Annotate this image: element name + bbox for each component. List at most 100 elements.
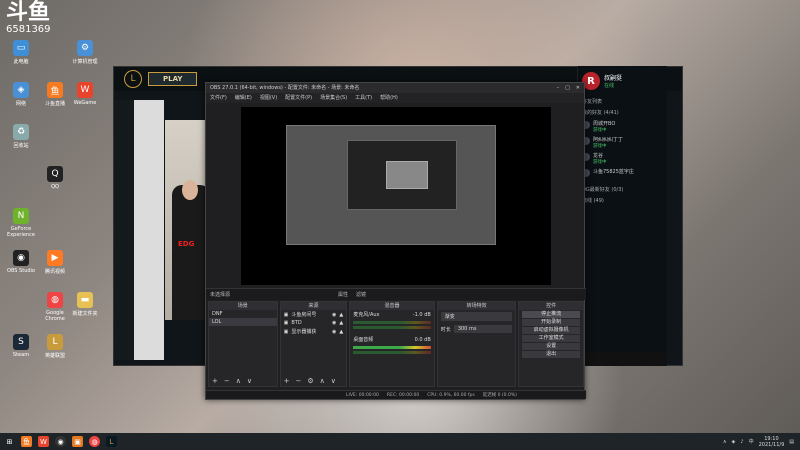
minimize-icon[interactable]: – xyxy=(557,83,560,93)
friend-row[interactable]: 龙谷 游戏中 xyxy=(582,153,663,165)
desktop-nvidia-shortcut[interactable]: N GeForce Experience xyxy=(4,208,38,238)
scenes-header: 场景 xyxy=(209,302,277,310)
gear-icon: ⚙ xyxy=(77,40,93,56)
duration-input[interactable]: 300 ms xyxy=(453,325,513,333)
obs-window[interactable]: OBS 27.0.1 (64-bit, windows) - 配置文件: 未命名… xyxy=(205,82,586,400)
friend-group-mine[interactable]: 我的好友 (4/41) xyxy=(578,107,667,118)
profile-header[interactable]: R 叔嗣挺 在线 xyxy=(578,66,667,96)
desktop-icon-label: GeForce Experience xyxy=(7,226,35,238)
source-down-icon[interactable]: ∨ xyxy=(331,377,336,386)
friend-row[interactable]: 周城开BO 游戏中 xyxy=(582,121,663,133)
source-item[interactable]: ▣ 斗鱼房间号 ◉ ▲ xyxy=(281,310,347,319)
source-toolbar: 未选择源 属性 滤镜 xyxy=(206,288,586,300)
tray-up-icon[interactable]: ∧ xyxy=(723,439,727,445)
desktop-tencent-video-shortcut[interactable]: ▶ 腾讯视频 xyxy=(38,250,72,275)
obs-preview[interactable] xyxy=(241,107,551,285)
desktop-network-shortcut[interactable]: ◈ 网络 xyxy=(4,82,38,107)
lol-logo-icon: L xyxy=(124,70,142,88)
volume-icon[interactable]: ♪ xyxy=(740,439,743,445)
properties-button[interactable]: 属性 xyxy=(338,291,348,298)
player-team-text: EDG xyxy=(178,240,195,248)
volume-slider[interactable] xyxy=(353,326,431,329)
friend-row[interactable]: 阿纠纠纠丁丁 游戏中 xyxy=(582,137,663,149)
douyu-logo: 斗鱼 xyxy=(6,0,51,25)
source-item[interactable]: ▣ 显示器捕获 ◉ ▲ xyxy=(281,327,347,336)
add-source-icon[interactable]: + xyxy=(284,377,290,386)
close-icon[interactable]: ✕ xyxy=(576,83,580,93)
desktop-qq-shortcut[interactable]: Q QQ xyxy=(38,166,72,190)
remove-scene-icon[interactable]: − xyxy=(224,377,230,386)
start-icon[interactable]: ⊞ xyxy=(4,436,15,447)
visibility-icon[interactable]: ◉ xyxy=(332,329,336,335)
taskbar-wegame-icon[interactable]: W xyxy=(38,436,49,447)
menu-item-1[interactable]: 编辑(E) xyxy=(235,93,252,103)
move-down-icon[interactable]: ∨ xyxy=(247,377,252,386)
folder-icon: ▬ xyxy=(77,292,93,308)
remove-source-icon[interactable]: − xyxy=(296,377,302,386)
nested-preview-3 xyxy=(386,161,428,189)
friend-group-offline[interactable]: 离线 (49) xyxy=(578,195,667,206)
control-button-2[interactable]: 启动虚拟摄像机 xyxy=(522,327,580,334)
visibility-icon[interactable]: ◉ xyxy=(332,312,336,318)
source-type-icon: ▣ xyxy=(283,328,289,335)
lock-icon[interactable]: ▲ xyxy=(339,320,343,326)
sources-header: 来源 xyxy=(280,302,347,310)
source-name: 斗鱼房间号 xyxy=(291,312,317,318)
desktop-obs-shortcut[interactable]: ◉ OBS Studio xyxy=(4,250,38,274)
mixer-channel: 桌面音频 0.0 dB xyxy=(350,335,434,354)
lock-icon[interactable]: ▲ xyxy=(339,312,343,318)
visibility-icon[interactable]: ◉ xyxy=(332,320,336,326)
notification-icon[interactable]: ▤ xyxy=(789,439,794,445)
add-scene-icon[interactable]: + xyxy=(212,377,218,386)
friend-status: 游戏中 xyxy=(593,144,607,149)
taskbar-douyu-icon[interactable]: 鱼 xyxy=(21,436,32,447)
scene-item[interactable]: DNF xyxy=(209,310,277,318)
taskbar-app-icon[interactable]: ▣ xyxy=(72,436,83,447)
move-up-icon[interactable]: ∧ xyxy=(236,377,241,386)
control-button-4[interactable]: 设置 xyxy=(522,343,580,350)
desktop-douyu-shortcut[interactable]: 鱼斗鱼直播 xyxy=(38,82,72,107)
friend-group-recent[interactable]: OG最新好友 (0/3) xyxy=(578,184,667,195)
filters-button[interactable]: 滤镜 xyxy=(356,291,366,298)
desktop-lol-shortcut[interactable]: L 英雄联盟 xyxy=(38,334,72,359)
menu-item-5[interactable]: 工具(T) xyxy=(355,93,372,103)
friend-row[interactable]: 斗鱼75825蓝宇庄 xyxy=(582,169,663,177)
volume-slider[interactable] xyxy=(353,351,431,354)
scene-item[interactable]: LOL xyxy=(209,318,277,326)
menu-item-0[interactable]: 文件(F) xyxy=(210,93,227,103)
qq-icon: Q xyxy=(47,166,63,182)
source-up-icon[interactable]: ∧ xyxy=(320,377,325,386)
lol-icon: L xyxy=(47,334,63,350)
channel-db: -1.0 dB xyxy=(412,311,431,318)
source-item[interactable]: ▣ BTD ◉ ▲ xyxy=(281,319,347,327)
input-language[interactable]: 中 xyxy=(749,438,754,445)
menu-item-6[interactable]: 帮助(H) xyxy=(380,93,398,103)
desktop-computer-shortcut[interactable]: ▭ 此电脑 xyxy=(4,40,38,65)
taskbar-chrome-icon[interactable]: ◍ xyxy=(89,436,100,447)
lock-icon[interactable]: ▲ xyxy=(339,329,343,335)
taskbar-lol-icon[interactable]: L xyxy=(106,436,117,447)
taskbar-obs-icon[interactable]: ◉ xyxy=(55,436,66,447)
transition-select[interactable]: 渐变 xyxy=(440,312,513,321)
control-button-1[interactable]: 开始录制 xyxy=(522,319,580,326)
menu-item-4[interactable]: 场景集合(S) xyxy=(320,93,347,103)
live-status: LIVE: 00:00:00 xyxy=(346,393,379,398)
desktop-chrome-shortcut[interactable]: ◍ Google Chrome xyxy=(38,292,72,322)
maximize-icon[interactable]: □ xyxy=(565,83,570,93)
play-button[interactable]: PLAY xyxy=(148,72,198,86)
desktop-steam-shortcut[interactable]: S Steam xyxy=(4,334,38,358)
desktop-recycle-bin-shortcut[interactable]: ♻ 回收站 xyxy=(4,124,38,149)
control-button-5[interactable]: 退出 xyxy=(522,351,580,358)
network-tray-icon[interactable]: ◈ xyxy=(732,439,736,445)
desktop-icon-label: 回收站 xyxy=(13,143,29,149)
clock[interactable]: 19:10 2021/11/9 xyxy=(759,436,785,448)
desktop-folder-shortcut[interactable]: ▬ 新建文件夹 xyxy=(68,292,102,317)
desktop-gear-shortcut[interactable]: ⚙ 计算机管理 xyxy=(68,40,102,65)
desktop-wegame-shortcut[interactable]: W WeGame xyxy=(68,82,102,106)
transition-header: 转场特效 xyxy=(437,302,516,310)
control-button-0[interactable]: 停止推流 xyxy=(522,311,580,318)
menu-item-3[interactable]: 配置文件(P) xyxy=(285,93,312,103)
source-settings-icon[interactable]: ⚙ xyxy=(307,377,313,386)
menu-item-2[interactable]: 视图(V) xyxy=(260,93,277,103)
control-button-3[interactable]: 工作室模式 xyxy=(522,335,580,342)
